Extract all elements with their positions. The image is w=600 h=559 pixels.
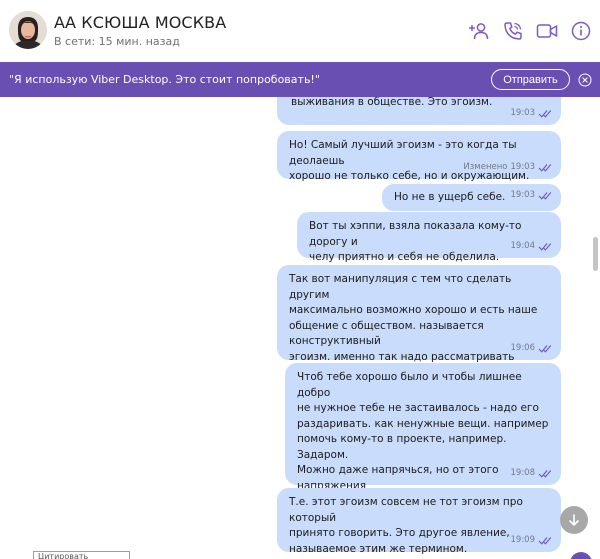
read-ticks-icon <box>538 469 552 478</box>
scrollbar-thumb[interactable] <box>593 237 598 271</box>
online-status: В сети: 15 мин. назад <box>54 35 180 48</box>
read-ticks-icon <box>538 344 552 353</box>
add-contact-icon[interactable] <box>468 20 490 42</box>
read-ticks-icon <box>538 242 552 251</box>
message-bubble[interactable]: Вот ты хэппи, взяла показала кому-то дор… <box>297 212 561 263</box>
message-time: 19:08 <box>510 467 536 478</box>
chat-title[interactable]: АА КСЮША МОСКВА <box>54 13 226 32</box>
message-bubble[interactable]: выживания в обществе. Это эгоизм. 19:03 <box>277 97 561 125</box>
message-meta: Изменено 19:03 <box>463 160 552 176</box>
message-meta: 19:03 <box>511 188 553 204</box>
video-icon[interactable] <box>536 20 558 42</box>
quote-tooltip: Цитировать <box>33 551 130 559</box>
close-icon[interactable] <box>578 72 592 87</box>
scrollbar[interactable] <box>591 97 600 559</box>
message-bubble[interactable]: Чтоб тебе хорошо было и чтобы лишнее доб… <box>285 363 561 538</box>
message-bubble[interactable]: Т.е. этот эгоизм совсем не тот эгоизм пр… <box>277 488 561 555</box>
message-time: 19:06 <box>510 342 536 353</box>
edited-label: Изменено <box>463 161 508 172</box>
read-ticks-icon <box>538 536 552 545</box>
avatar[interactable] <box>9 11 47 49</box>
message-meta: 19:04 <box>511 239 553 255</box>
read-ticks-icon <box>538 163 552 172</box>
banner-text: "Я использую Viber Desktop. Это стоит по… <box>9 73 320 86</box>
message-bubble[interactable]: Так вот манипуляция с тем что сделать др… <box>277 265 561 394</box>
call-icon[interactable] <box>502 20 524 42</box>
header-actions <box>468 20 592 42</box>
read-ticks-icon <box>538 191 552 200</box>
read-ticks-icon <box>538 109 552 118</box>
message-time: 19:04 <box>510 240 536 251</box>
message-meta: 19:03 <box>511 106 553 122</box>
info-icon[interactable] <box>570 20 592 42</box>
message-bubble[interactable]: Но! Самый лучший эгоизм - это когда ты д… <box>277 131 561 182</box>
chat-header: АА КСЮША МОСКВА В сети: 15 мин. назад <box>0 0 600 62</box>
message-list[interactable]: выживания в обществе. Это эгоизм. 19:03 … <box>0 97 600 559</box>
arrow-down-icon <box>569 514 579 526</box>
send-invite-button[interactable]: Отправить <box>491 69 570 90</box>
message-time: 19:03 <box>510 161 536 172</box>
scroll-down-button[interactable] <box>560 506 588 534</box>
message-time: 19:03 <box>510 189 536 200</box>
message-meta: 19:08 <box>511 466 553 482</box>
message-meta: 19:09 <box>511 533 553 549</box>
promo-banner: "Я использую Viber Desktop. Это стоит по… <box>0 62 600 97</box>
message-bubble[interactable]: Но не в ущерб себе. 19:03 <box>382 184 561 211</box>
message-time: 19:03 <box>510 107 536 118</box>
message-time: 19:09 <box>510 534 536 545</box>
message-meta: 19:06 <box>511 341 553 357</box>
